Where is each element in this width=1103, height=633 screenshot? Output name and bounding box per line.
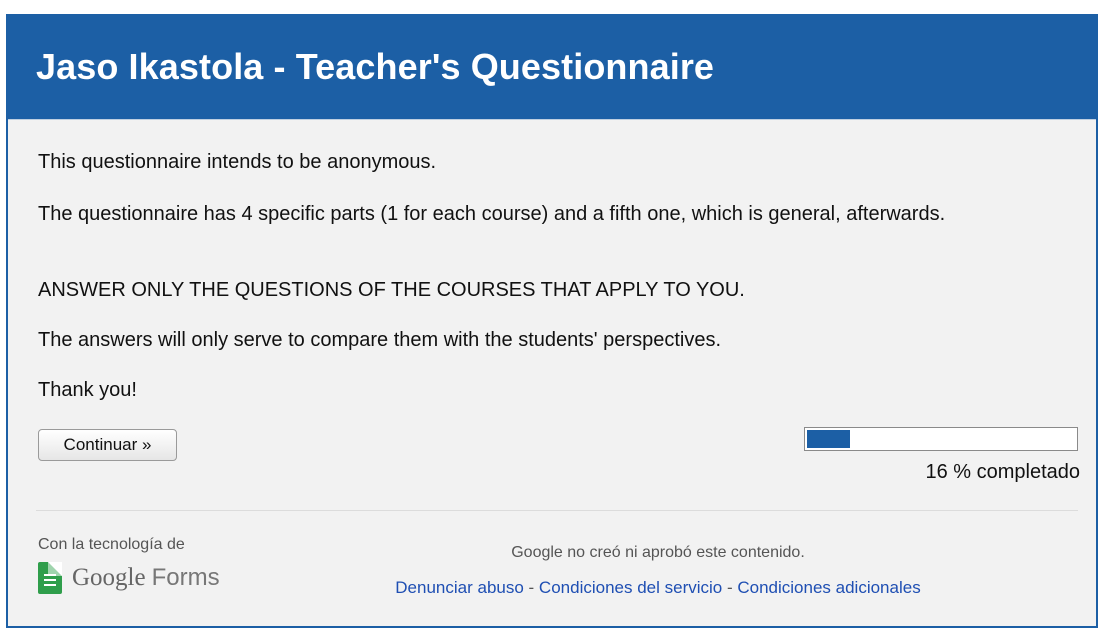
link-separator: - — [722, 578, 738, 597]
disclaimer-text: Google no creó ni aprobó este contenido. — [511, 544, 805, 561]
progress-fill — [807, 430, 850, 448]
form-container: Jaso Ikastola - Teacher's Questionnaire … — [6, 14, 1098, 628]
report-abuse-link[interactable]: Denunciar abuso — [395, 578, 524, 597]
footer-divider — [36, 510, 1078, 511]
google-forms-icon — [38, 562, 62, 594]
form-header: Jaso Ikastola - Teacher's Questionnaire — [8, 16, 1096, 120]
description-line: Thank you! — [38, 379, 137, 401]
continue-button[interactable]: Continuar » — [38, 429, 177, 461]
form-title: Jaso Ikastola - Teacher's Questionnaire — [36, 45, 715, 87]
forms-wordmark: Forms — [151, 564, 220, 591]
powered-by: Con la tecnología de Google Forms — [38, 536, 220, 594]
progress-label: 16 % completado — [925, 461, 1080, 483]
progress-bar — [804, 427, 1078, 451]
powered-by-label: Con la tecnología de — [38, 536, 185, 553]
google-forms-logo[interactable]: Google Forms — [38, 562, 220, 594]
terms-of-service-link[interactable]: Condiciones del servicio — [539, 578, 722, 597]
description-line: ANSWER ONLY THE QUESTIONS OF THE COURSES… — [38, 279, 745, 301]
description-line: The questionnaire has 4 specific parts (… — [38, 203, 946, 225]
footer-links: Denunciar abuso - Condiciones del servic… — [338, 578, 978, 598]
additional-terms-link[interactable]: Condiciones adicionales — [737, 578, 920, 597]
google-wordmark: Google — [72, 564, 146, 591]
footer-legal: Google no creó ni aprobó este contenido.… — [338, 544, 978, 598]
progress-indicator: 16 % completado — [804, 427, 1080, 483]
description-line: The answers will only serve to compare t… — [38, 329, 722, 351]
description-line: This questionnaire intends to be anonymo… — [38, 151, 437, 173]
link-separator: - — [523, 578, 539, 597]
